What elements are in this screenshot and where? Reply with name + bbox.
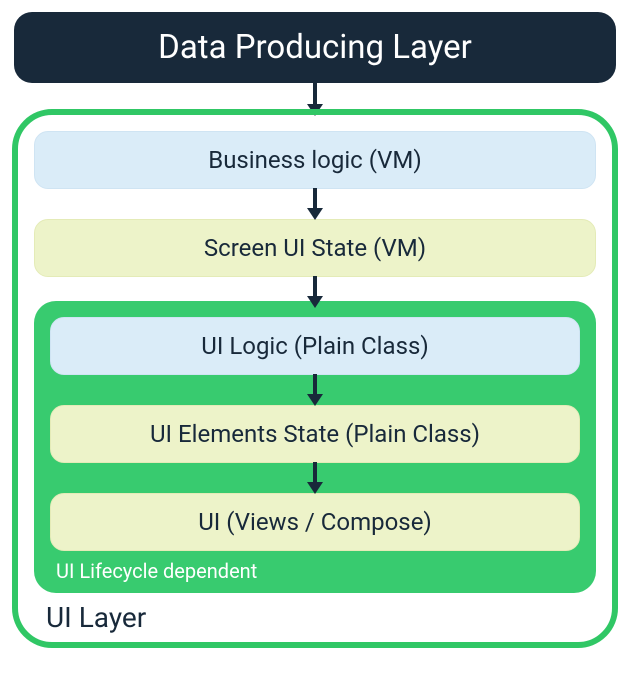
ui-layer-container: Business logic (VM) Screen UI State (VM)…: [12, 109, 618, 648]
arrow-elements-to-views: [50, 463, 580, 493]
arrow-biz-to-screen: [34, 189, 596, 219]
ui-layer-label: UI Layer: [34, 593, 596, 636]
ui-lifecycle-container: UI Logic (Plain Class) UI Elements State…: [34, 301, 596, 593]
data-producing-layer-label: Data Producing Layer: [158, 28, 472, 67]
ui-logic-box: UI Logic (Plain Class): [50, 317, 580, 375]
screen-ui-state-box: Screen UI State (VM): [34, 219, 596, 277]
arrow-logic-to-elements: [50, 375, 580, 405]
ui-elements-state-box: UI Elements State (Plain Class): [50, 405, 580, 463]
data-producing-layer-box: Data Producing Layer: [14, 12, 616, 83]
ui-views-compose-label: UI (Views / Compose): [198, 508, 432, 536]
business-logic-label: Business logic (VM): [208, 146, 422, 174]
business-logic-box: Business logic (VM): [34, 131, 596, 189]
screen-ui-state-label: Screen UI State (VM): [204, 234, 426, 262]
ui-elements-state-label: UI Elements State (Plain Class): [150, 420, 480, 448]
arrow-screen-to-inner: [34, 277, 596, 307]
ui-lifecycle-label: UI Lifecycle dependent: [50, 551, 580, 585]
ui-logic-label: UI Logic (Plain Class): [201, 332, 428, 360]
ui-views-compose-box: UI (Views / Compose): [50, 493, 580, 551]
